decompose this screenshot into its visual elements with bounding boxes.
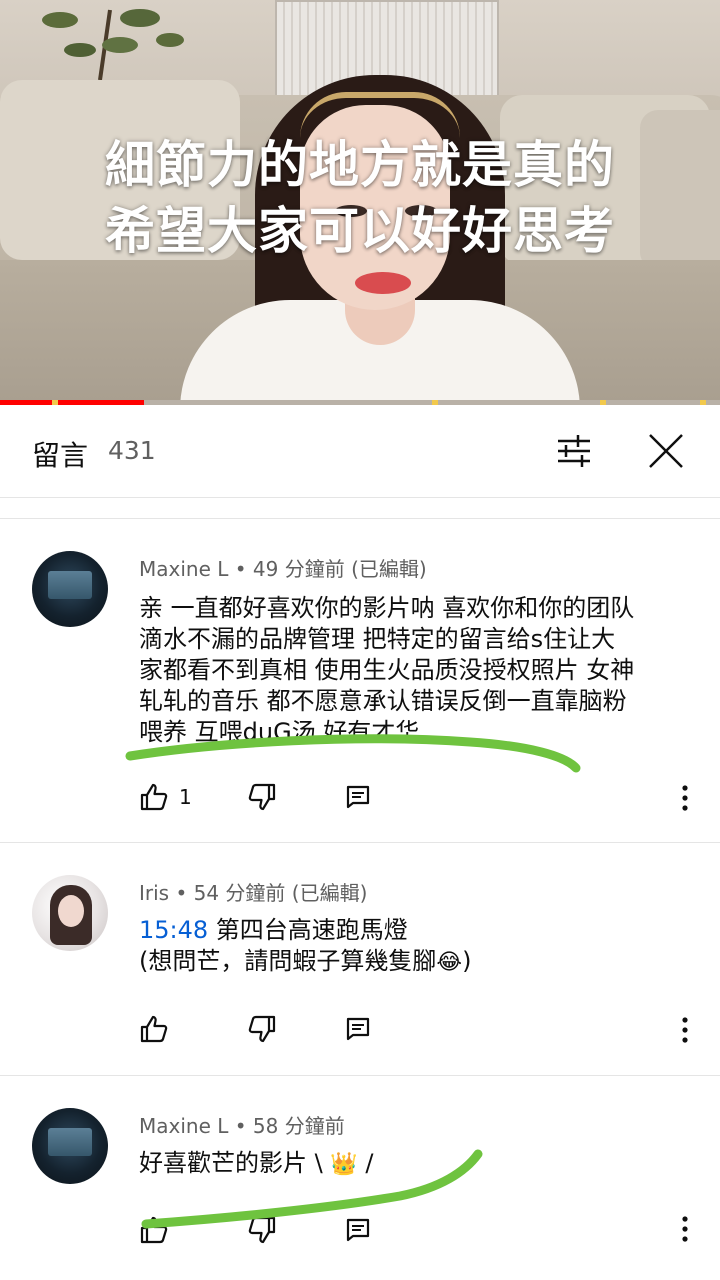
sliders-icon: [558, 435, 590, 467]
comment-actions: [139, 1009, 699, 1049]
close-comments-button[interactable]: [644, 429, 688, 473]
comment-item: Maxine L • 58 分鐘前 好喜歡芒的影片 \ 👑 /: [0, 1076, 720, 1280]
avatar[interactable]: [32, 875, 108, 951]
laughing-emoji: 😂: [436, 950, 463, 975]
comment-line: 轧轧的音乐 都不愿意承认错误反倒一直靠脑粉: [139, 687, 627, 715]
comment-line: 喂养 互喂duG汤 好有才华: [139, 718, 420, 746]
like-button[interactable]: [139, 1009, 169, 1049]
more-vert-icon: [682, 1017, 688, 1043]
reply-button[interactable]: [345, 1210, 371, 1250]
separator-dot: •: [234, 1114, 247, 1138]
comments-count: 431: [108, 436, 156, 465]
crown-emoji: 👑: [330, 1152, 358, 1177]
timestamp-link[interactable]: 15:48: [139, 916, 208, 944]
dislike-button[interactable]: [247, 777, 277, 817]
comment-time: 58 分鐘前: [252, 1114, 345, 1138]
reply-button[interactable]: [345, 1009, 371, 1049]
comment-line: 好喜歡芒的影片 \ 👑 /: [139, 1148, 711, 1180]
avatar-image: [58, 895, 84, 927]
comment-actions: [139, 1210, 699, 1250]
close-icon: [649, 434, 683, 468]
thumbs-down-icon: [248, 1216, 276, 1244]
comment-item: Iris • 54 分鐘前 (已編輯) 15:48 第四台高速跑馬燈 (想問芒，…: [0, 843, 720, 1076]
like-button[interactable]: 1: [139, 777, 192, 817]
video-subtitle: 細節力的地方就是真的 希望大家可以好好思考: [0, 132, 720, 264]
comment-author[interactable]: Maxine L: [139, 1114, 228, 1138]
comments-header: 留言 431: [0, 405, 720, 498]
comment-text: 好喜歡芒的影片 \ 👑 /: [139, 1148, 711, 1180]
reply-button[interactable]: [345, 777, 371, 817]
comments-title: 留言: [32, 439, 89, 472]
plant-decoration: [42, 9, 184, 80]
comment-text: 15:48 第四台高速跑馬燈 (想問芒，請問蝦子算幾隻腳😂): [139, 915, 711, 978]
comment-text-segment: /: [357, 1149, 374, 1177]
comment-time: 54 分鐘前 (已編輯): [193, 881, 368, 905]
comment-line: (想問芒，請問蝦子算幾隻腳😂): [139, 946, 711, 978]
avatar-image: [48, 571, 92, 599]
comment-line: 滴水不漏的品牌管理 把特定的留言给s住让大: [139, 625, 616, 653]
comment-line: 15:48 第四台高速跑馬燈: [139, 915, 711, 946]
comment-author[interactable]: Iris: [139, 881, 169, 905]
like-button[interactable]: [139, 1210, 169, 1250]
more-vert-icon: [682, 785, 688, 811]
more-options-button[interactable]: [668, 1212, 702, 1246]
separator-dot: •: [175, 881, 188, 905]
thumbs-down-icon: [248, 783, 276, 811]
comment-text-segment: 第四台高速跑馬燈: [208, 916, 408, 944]
like-count: 1: [179, 785, 192, 809]
video-player[interactable]: 細節力的地方就是真的 希望大家可以好好思考: [0, 0, 720, 405]
thumbs-up-icon: [140, 1015, 168, 1043]
thumbs-down-icon: [248, 1015, 276, 1043]
more-options-button[interactable]: [668, 781, 702, 815]
comment-line: 家都看不到真相 使用生火品质没授权照片 女神: [139, 656, 635, 684]
avatar[interactable]: [32, 1108, 108, 1184]
separator-dot: •: [234, 557, 247, 581]
comment-time: 49 分鐘前 (已編輯): [252, 557, 427, 581]
comment-text: 亲 一直都好喜欢你的影片呐 喜欢你和你的团队 滴水不漏的品牌管理 把特定的留言给…: [139, 593, 711, 748]
comment-actions: 1: [139, 777, 699, 817]
comment-meta: Maxine L • 58 分鐘前: [139, 1110, 345, 1139]
person-lips: [355, 272, 411, 294]
dislike-button[interactable]: [247, 1210, 277, 1250]
comment-meta: Iris • 54 分鐘前 (已編輯): [139, 877, 367, 906]
thumbs-up-icon: [140, 783, 168, 811]
comment-text-segment: ): [462, 947, 472, 975]
reply-icon: [346, 1218, 370, 1242]
avatar[interactable]: [32, 551, 108, 627]
comment-meta: Maxine L • 49 分鐘前 (已編輯): [139, 553, 427, 582]
sort-filter-button[interactable]: [552, 429, 596, 473]
more-vert-icon: [682, 1216, 688, 1242]
more-options-button[interactable]: [668, 1013, 702, 1047]
comment-text-segment: 好喜歡芒的影片 \: [139, 1149, 331, 1177]
comment-author[interactable]: Maxine L: [139, 557, 228, 581]
thumbs-up-icon: [140, 1216, 168, 1244]
subtitle-line-2: 希望大家可以好好思考: [105, 201, 615, 260]
comment-line: 亲 一直都好喜欢你的影片呐 喜欢你和你的团队: [139, 594, 635, 622]
comment-text-segment: (想問芒，請問蝦子算幾隻腳: [139, 947, 437, 975]
reply-icon: [346, 785, 370, 809]
comment-item: Maxine L • 49 分鐘前 (已編輯) 亲 一直都好喜欢你的影片呐 喜欢…: [0, 519, 720, 843]
avatar-image: [48, 1128, 92, 1156]
subtitle-line-1: 細節力的地方就是真的: [105, 135, 615, 194]
dislike-button[interactable]: [247, 1009, 277, 1049]
reply-icon: [346, 1017, 370, 1041]
